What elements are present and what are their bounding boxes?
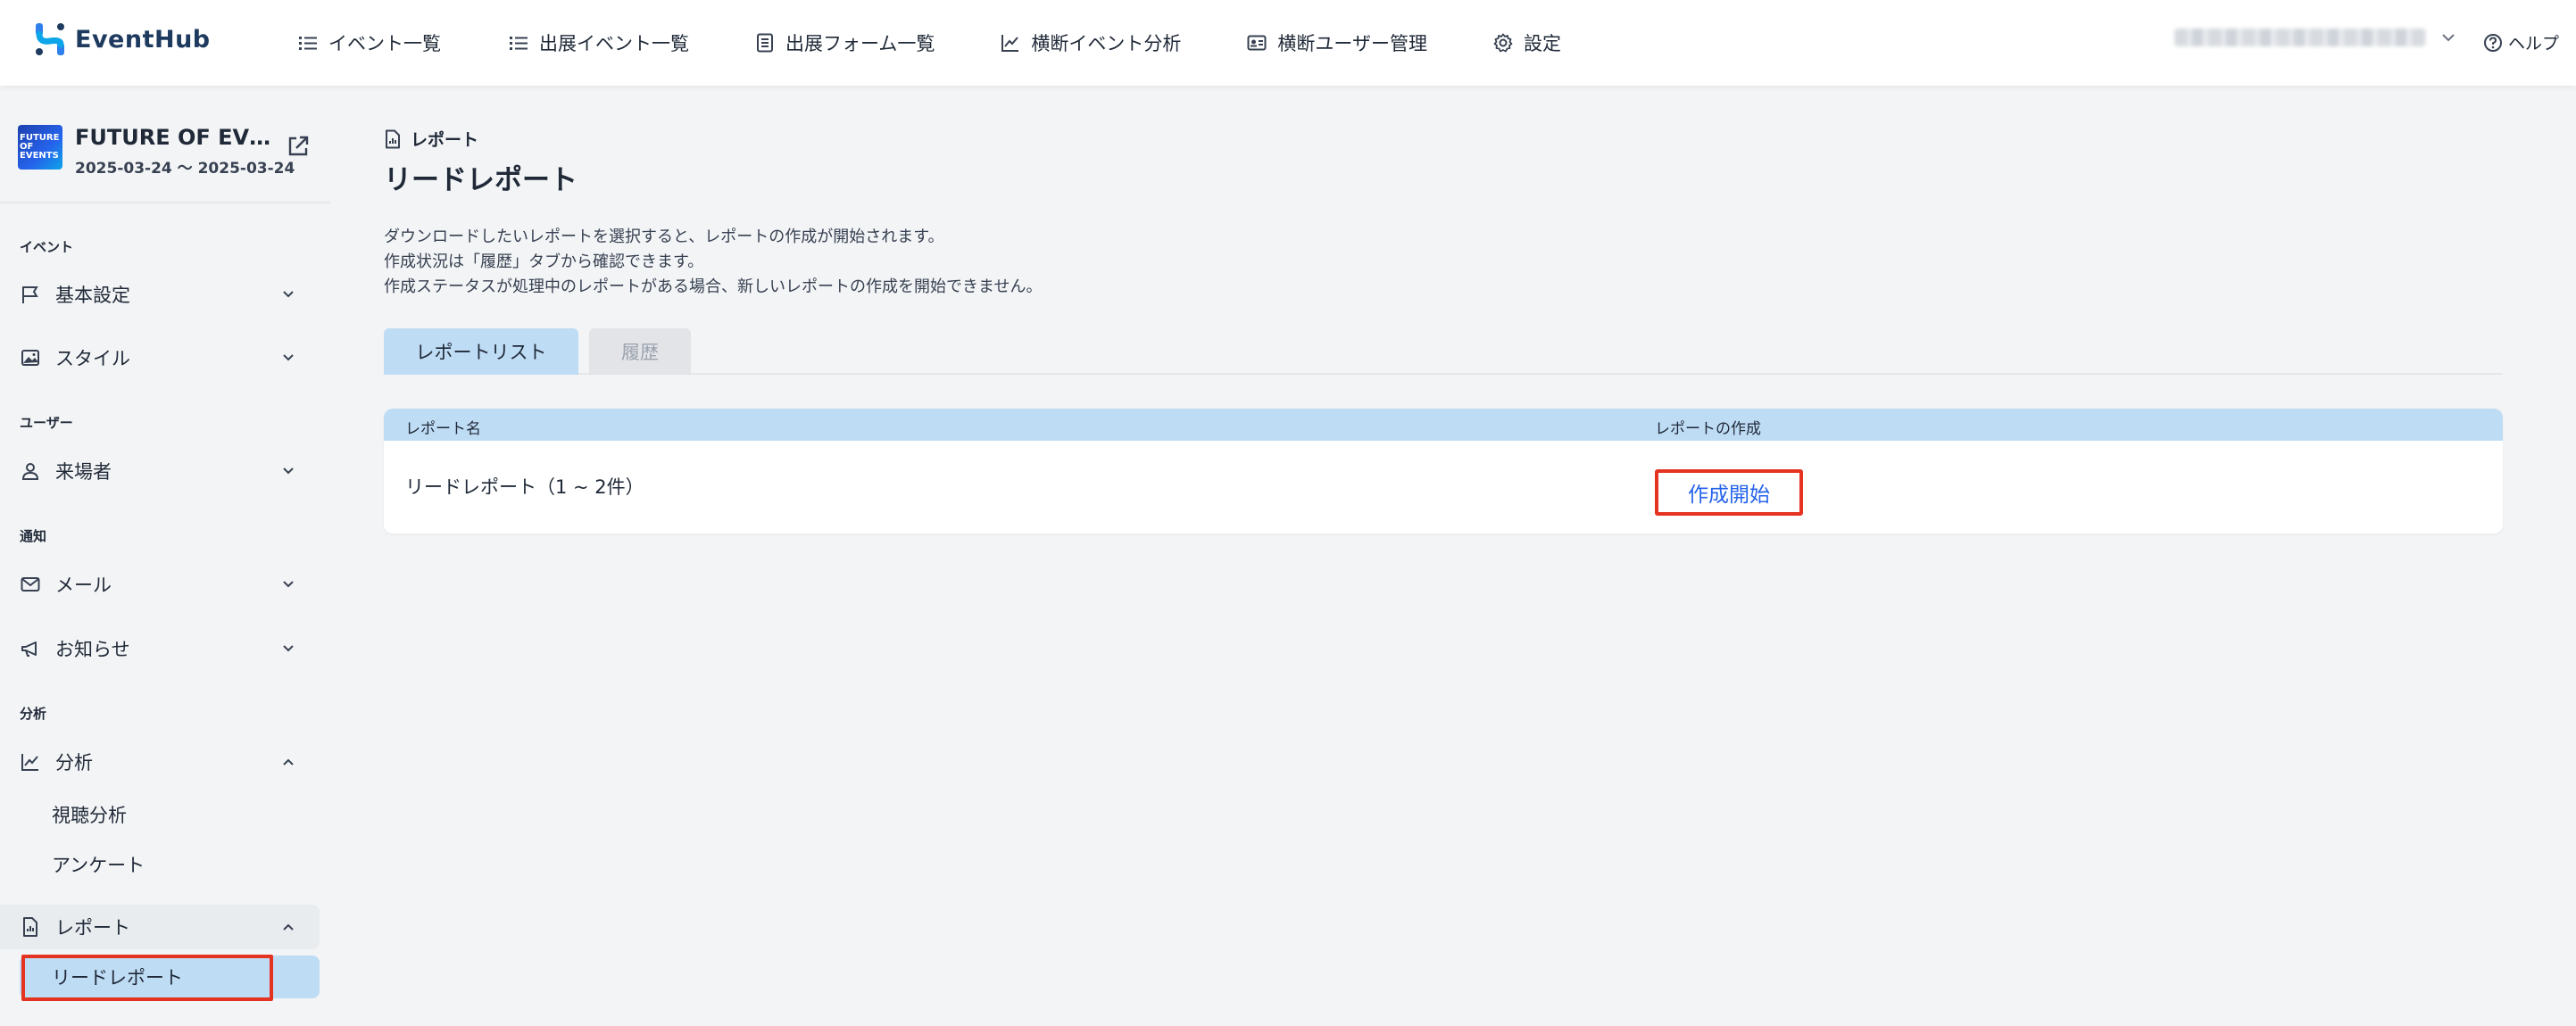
sidebar-item-news[interactable]: お知らせ <box>20 631 303 666</box>
sidebar-item-visitors[interactable]: 来場者 <box>20 453 303 489</box>
nav-exhibit-event-list-label: 出展イベント一覧 <box>539 33 689 54</box>
event-name: FUTURE OF EVENTS <box>75 125 277 150</box>
nav-event-list[interactable]: イベント一覧 <box>298 29 441 56</box>
sidebar-item-label: メール <box>55 575 112 596</box>
sidebar-item-report[interactable]: レポート <box>20 909 303 945</box>
help-link[interactable]: ヘルプ <box>2483 30 2559 54</box>
chevron-up-icon <box>283 758 294 765</box>
document-icon <box>23 917 37 937</box>
nav-settings[interactable]: 設定 <box>1493 29 1561 56</box>
nav-exhibit-event-list[interactable]: 出展イベント一覧 <box>509 29 689 56</box>
user-icon <box>21 463 39 480</box>
page-title: リードレポート <box>384 164 578 196</box>
section-label-analytics: 分析 <box>20 706 47 722</box>
sidebar-subitem-viewing-analytics[interactable]: 視聴分析 <box>52 801 127 828</box>
section-label-notify: 通知 <box>20 528 47 544</box>
nav-exhibit-form-list-label: 出展フォーム一覧 <box>785 33 935 54</box>
sidebar-subitem-label: リードレポート <box>52 967 183 989</box>
chevron-down-icon <box>283 354 294 361</box>
tab-report-list[interactable]: レポートリスト <box>384 328 578 375</box>
chart-icon <box>1001 35 1019 52</box>
document-icon <box>386 129 400 148</box>
section-label-user: ユーザー <box>20 415 73 431</box>
help-label: ヘルプ <box>2508 34 2560 54</box>
chart-icon <box>21 754 38 771</box>
id-card-icon <box>1247 35 1267 51</box>
nav-cross-user-management[interactable]: 横断ユーザー管理 <box>1247 29 1427 56</box>
nav-cross-user-management-label: 横断ユーザー管理 <box>1277 33 1427 54</box>
breadcrumb: レポート <box>384 127 478 151</box>
sidebar-item-basic-settings[interactable]: 基本設定 <box>20 277 303 312</box>
mail-icon <box>21 577 40 592</box>
list-icon <box>510 37 528 50</box>
event-thumbnail-line: OF EVENTS <box>20 142 59 161</box>
list-icon <box>299 37 317 50</box>
sidebar-item-label: スタイル <box>55 348 130 369</box>
chevron-down-icon <box>2442 34 2455 42</box>
user-email-blurred <box>2174 29 2426 46</box>
column-header-create: レポートの作成 <box>1655 420 1761 438</box>
form-icon <box>757 33 773 53</box>
main-nav: イベント一覧 出展イベント一覧 出展フォーム一覧 横断イベント分析 横断ユーザー… <box>298 0 1627 86</box>
chevron-down-icon <box>283 467 294 475</box>
description-line: 作成ステータスが処理中のレポートがある場合、新しいレポートの作成を開始できません… <box>384 277 1043 296</box>
sidebar-item-label: 分析 <box>55 752 93 774</box>
app-name: EventHub <box>75 25 211 54</box>
page-description: ダウンロードしたいレポートを選択すると、レポートの作成が開始されます。 作成状況… <box>384 225 1042 300</box>
sidebar-item-analytics[interactable]: 分析 <box>20 744 303 780</box>
sidebar-item-mail[interactable]: メール <box>20 567 303 602</box>
nav-exhibit-form-list[interactable]: 出展フォーム一覧 <box>755 29 935 56</box>
flag-icon <box>22 286 38 303</box>
report-table: レポート名 レポートの作成 リードレポート（1 ~ 2件） 作成開始 <box>384 409 2503 534</box>
nav-event-list-label: イベント一覧 <box>328 33 441 54</box>
nav-cross-event-analytics-label: 横断イベント分析 <box>1031 33 1182 54</box>
question-circle-icon <box>2484 33 2502 52</box>
external-link-icon[interactable] <box>286 134 311 159</box>
sidebar-divider <box>0 202 330 203</box>
megaphone-icon <box>21 641 37 657</box>
description-line: 作成状況は「履歴」タブから確認できます。 <box>384 252 704 271</box>
report-tabs: レポートリスト 履歴 <box>384 328 2503 375</box>
chevron-up-icon <box>283 923 294 931</box>
report-name-cell: リードレポート（1 ~ 2件） <box>405 476 644 498</box>
description-line: ダウンロードしたいレポートを選択すると、レポートの作成が開始されます。 <box>384 228 944 246</box>
event-thumbnail: FUTURE OF EVENTS <box>18 125 62 170</box>
event-dates: 2025-03-24 〜 2025-03-24 <box>75 160 295 178</box>
tab-history[interactable]: 履歴 <box>589 328 691 375</box>
breadcrumb-label: レポート <box>411 130 479 150</box>
sidebar-item-label: レポート <box>55 917 130 939</box>
user-menu[interactable] <box>2174 29 2456 46</box>
table-header: レポート名 レポートの作成 <box>384 409 2503 441</box>
sidebar-subitem-survey[interactable]: アンケート <box>52 851 145 878</box>
top-navigation: EventHub イベント一覧 出展イベント一覧 出展フォーム一覧 横断イベント… <box>0 0 2576 86</box>
sidebar-item-label: 基本設定 <box>55 285 130 306</box>
chevron-down-icon <box>283 581 294 588</box>
start-creation-button[interactable]: 作成開始 <box>1655 469 1803 516</box>
gear-icon <box>1493 33 1513 53</box>
eventhub-logo-icon <box>36 23 64 55</box>
sidebar-item-label: 来場者 <box>55 461 112 483</box>
app-logo[interactable]: EventHub <box>32 21 211 57</box>
image-icon <box>21 350 39 366</box>
event-card: FUTURE OF EVENTS FUTURE OF EVENTS 2025-0… <box>18 125 295 178</box>
chevron-down-icon <box>283 645 294 652</box>
column-header-report-name: レポート名 <box>405 420 481 438</box>
sidebar: FUTURE OF EVENTS FUTURE OF EVENTS 2025-0… <box>0 86 330 1026</box>
sidebar-item-style[interactable]: スタイル <box>20 340 303 376</box>
nav-cross-event-analytics[interactable]: 横断イベント分析 <box>1001 29 1181 56</box>
nav-settings-label: 設定 <box>1523 33 1561 54</box>
chevron-down-icon <box>283 291 294 298</box>
section-label-event: イベント <box>20 239 74 255</box>
sidebar-item-label: お知らせ <box>55 639 130 660</box>
sidebar-subitem-lead-report[interactable]: リードレポート <box>20 956 320 998</box>
